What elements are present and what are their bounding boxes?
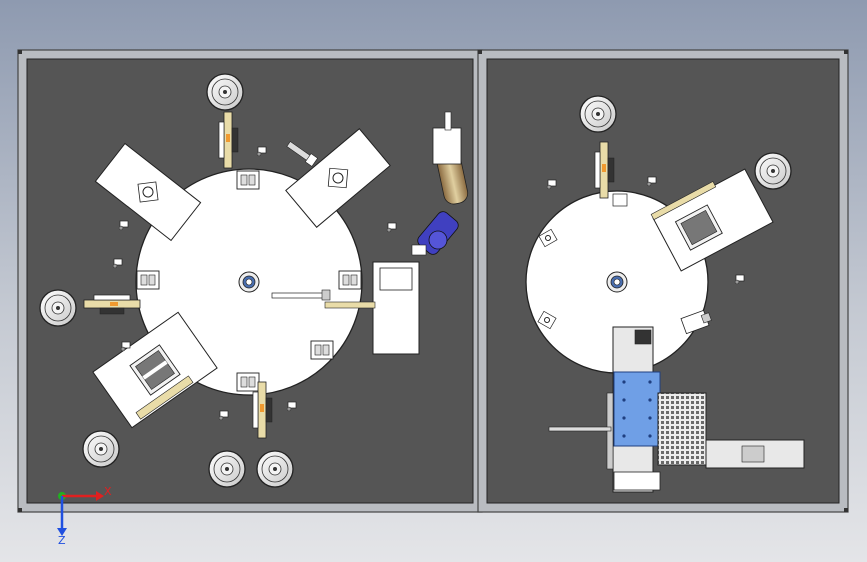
fixture-right: [338, 270, 362, 290]
vibratory-bowl-top: [206, 73, 244, 111]
left-station: [26, 58, 474, 504]
fixture-left: [136, 270, 160, 290]
center-slide: [271, 292, 329, 299]
vibratory-bowl-bottom-1: [208, 450, 246, 488]
vibratory-bowl-right: [754, 152, 792, 190]
right-station: [486, 58, 840, 504]
right-table-hub: [606, 271, 628, 293]
vibratory-bowl-right-top: [579, 95, 617, 133]
conveyor-end: [613, 471, 661, 491]
pallet-plate: [613, 371, 661, 447]
conveyor-motor: [634, 329, 652, 345]
vibratory-bowl-lower-left: [82, 430, 120, 468]
feed-rail-right: [324, 301, 376, 309]
pushout-rod: [548, 426, 612, 432]
vibratory-bowl-bottom-2: [256, 450, 294, 488]
output-tray: [657, 392, 707, 466]
cad-drawing: X Z: [17, 49, 849, 547]
x-axis-label: X: [104, 485, 112, 498]
fixture-bottom-left: [236, 372, 260, 392]
fixture-top: [236, 170, 260, 190]
center-slide-block: [321, 289, 331, 301]
vibratory-bowl-left: [39, 289, 77, 327]
left-table-hub: [238, 271, 260, 293]
robot-mount: [379, 267, 413, 291]
z-axis-label: Z: [58, 534, 66, 547]
reject-chute-inner: [741, 445, 765, 463]
fixture-bottom: [310, 340, 334, 360]
